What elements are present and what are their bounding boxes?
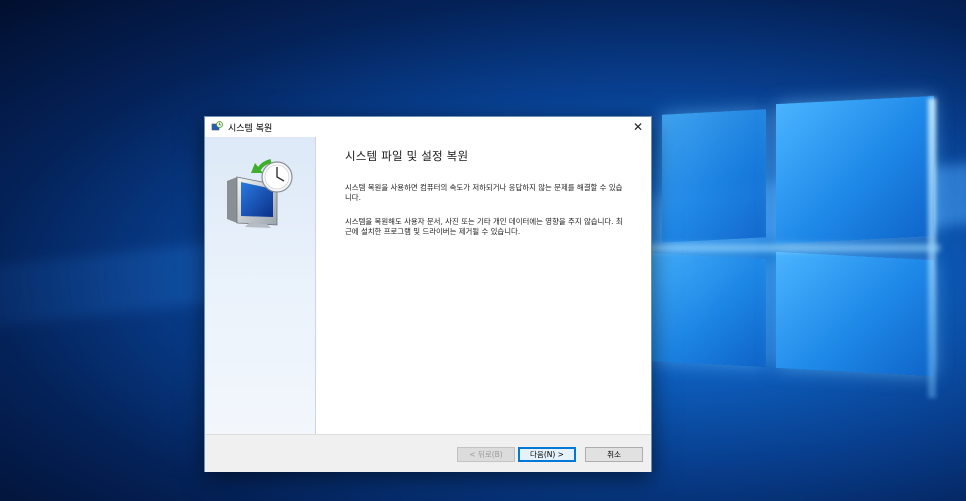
cancel-button[interactable]: 취소 [585, 447, 643, 462]
close-button[interactable]: ✕ [625, 117, 651, 137]
page-heading: 시스템 파일 및 설정 복원 [345, 149, 469, 163]
system-restore-icon [211, 121, 223, 131]
next-button[interactable]: 다음(N) > [518, 447, 576, 462]
window-title: 시스템 복원 [228, 123, 273, 134]
description-paragraph: 시스템 복원을 사용하면 컴퓨터의 속도가 저하되거나 응답하지 않는 문제를 … [345, 183, 623, 202]
wizard-content: 시스템 파일 및 설정 복원 시스템 복원을 사용하면 컴퓨터의 속도가 저하되… [345, 137, 625, 236]
system-restore-monitor-clock-icon [227, 159, 293, 228]
title-bar[interactable]: 시스템 복원 ✕ [205, 117, 651, 137]
system-restore-dialog: 시스템 복원 ✕ 시스템 파일 및 설정 복원 시스템 복원을 사용하면 컴퓨터… [204, 116, 652, 472]
description-paragraph: 시스템을 복원해도 사용자 문서, 사진 또는 기타 개인 데이터에는 영향을 … [345, 217, 623, 236]
windows-logo-pane [662, 109, 766, 243]
button-bar: < 뒤로(B) 다음(N) > 취소 [205, 434, 651, 472]
logo-mid-glow [640, 244, 940, 252]
windows-logo-pane [776, 251, 934, 377]
back-button[interactable]: < 뒤로(B) [457, 447, 515, 462]
wizard-sidebar [205, 137, 316, 434]
windows-logo-pane [650, 252, 766, 368]
windows-logo-pane [776, 95, 934, 245]
dialog-body: 시스템 파일 및 설정 복원 시스템 복원을 사용하면 컴퓨터의 속도가 저하되… [205, 137, 651, 434]
close-icon: ✕ [632, 120, 644, 134]
